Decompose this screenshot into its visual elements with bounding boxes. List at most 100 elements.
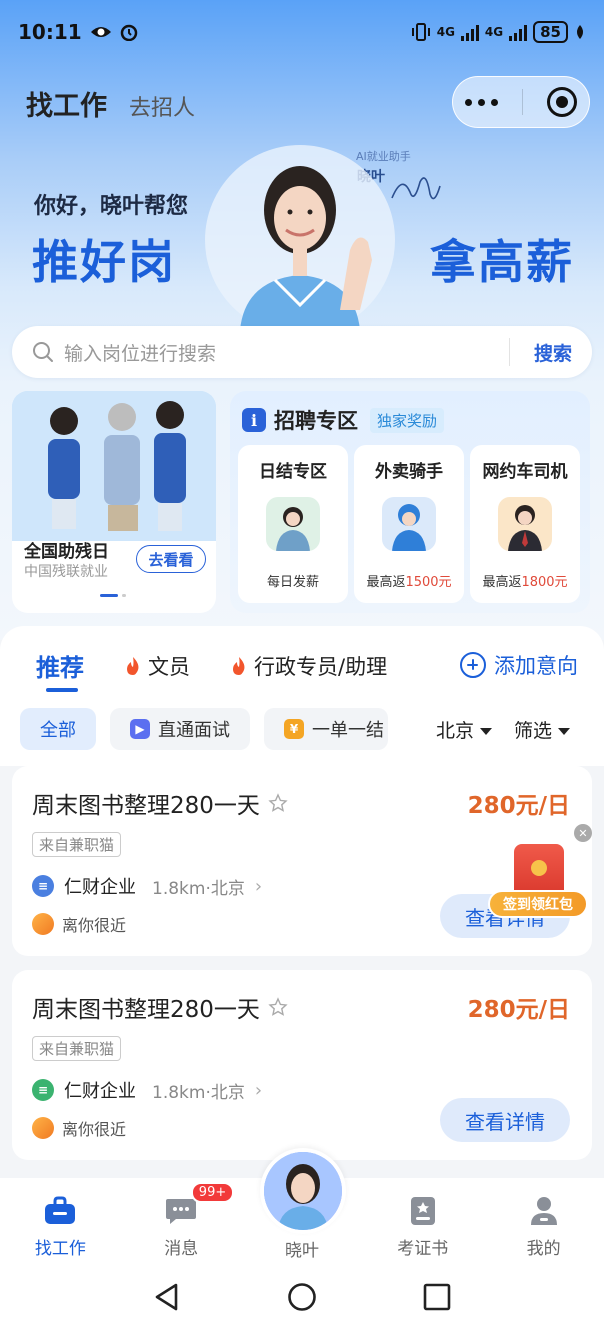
search-divider <box>508 338 510 366</box>
thumbs-up-icon <box>32 1117 54 1139</box>
zone-card-note: 最高返1500元 <box>366 575 452 590</box>
zone-card-title: 网约车司机 <box>482 462 568 482</box>
worker-avatar-icon <box>266 497 320 551</box>
chat-icon <box>166 1199 197 1224</box>
zone-card-daily[interactable]: 日结专区 每日发薪 <box>238 445 348 603</box>
recruit-zone: i 招聘专区 独家奖励 日结专区 每日发薪 外卖骑手 最高返1500元 网约车司… <box>230 391 590 613</box>
banner-slogan-right: 拿高薪 <box>430 235 574 289</box>
job-card[interactable]: 周末图书整理280一天 280元/日 来自兼职猫 ≡ 仁财企业 1.8km·北京… <box>12 970 592 1160</box>
tabbar-find-job[interactable]: 找工作 <box>0 1178 121 1264</box>
eye-icon <box>90 27 111 37</box>
view-detail-button[interactable]: 查看详情 <box>440 1098 570 1142</box>
chevron-right-icon: › <box>254 875 263 897</box>
company-icon: ≡ <box>32 1079 54 1101</box>
job-source-tag: 来自兼职猫 <box>32 1036 122 1061</box>
job-near: 离你很近 <box>32 1116 126 1140</box>
zone-card-driver[interactable]: 网约车司机 最高返1800元 <box>470 445 580 603</box>
filter-direct-interview[interactable]: ▶ 直通面试 <box>110 708 250 750</box>
alarm-icon <box>120 24 137 41</box>
signal-label-2: 4G <box>484 25 504 39</box>
job-salary: 280元/日 <box>467 997 570 1023</box>
job-distance: 1.8km·北京 <box>152 1082 245 1103</box>
message-badge: 99+ <box>190 1182 235 1203</box>
job-near: 离你很近 <box>32 912 126 936</box>
banner-greeting: 你好，晓叶帮您 <box>34 194 189 219</box>
info-icon: i <box>242 408 266 432</box>
promo-card[interactable]: 全国助残日 中国残联就业 去看看 <box>12 391 216 613</box>
add-intent-button[interactable]: 添加意向 <box>460 650 578 680</box>
add-circle-icon <box>460 652 486 678</box>
filter-all[interactable]: 全部 <box>20 708 96 750</box>
search-bar[interactable]: 输入岗位进行搜索 搜索 <box>12 326 592 378</box>
city-select[interactable]: 北京 <box>436 716 493 743</box>
user-icon <box>530 1197 557 1225</box>
leaf-icon <box>577 25 583 39</box>
tab-recommend[interactable]: 推荐 <box>36 648 84 692</box>
job-title: 周末图书整理280一天 <box>32 793 260 819</box>
assistant-avatar-image <box>264 1152 342 1230</box>
tab-admin-assistant[interactable]: 行政专员/助理 <box>230 651 387 681</box>
signal-icon <box>460 23 479 41</box>
status-bar: 10:11 4G 4G 85 <box>0 0 604 64</box>
job-distance: 1.8km·北京 <box>152 878 245 899</box>
filter-select[interactable]: 筛选 <box>514 716 571 743</box>
recents-icon[interactable] <box>422 1282 452 1312</box>
zone-badge: 独家奖励 <box>370 407 445 433</box>
caret-down-icon <box>480 728 493 735</box>
tab-recruit[interactable]: 去招人 <box>129 90 195 122</box>
fire-icon <box>127 656 139 675</box>
video-icon: ▶ <box>130 719 150 739</box>
tabbar-messages[interactable]: 消息 99+ <box>121 1178 242 1264</box>
job-company: ≡ 仁财企业 1.8km·北京 › <box>32 873 262 899</box>
zone-card-note: 最高返1800元 <box>482 575 568 590</box>
zone-card-note: 每日发薪 <box>266 575 319 590</box>
red-packet-float[interactable]: ✕ 签到领红包 <box>488 824 592 920</box>
capsule-divider <box>522 89 523 115</box>
close-icon[interactable]: ✕ <box>574 824 592 842</box>
company-icon: ≡ <box>32 875 54 897</box>
chevron-right-icon: › <box>254 1079 263 1101</box>
search-icon <box>33 342 53 362</box>
back-icon[interactable] <box>152 1282 182 1312</box>
carousel-dots <box>100 594 126 597</box>
search-button[interactable]: 搜索 <box>534 339 572 366</box>
home-icon[interactable] <box>287 1282 317 1312</box>
briefcase-icon <box>45 1196 76 1224</box>
promo-view-button[interactable]: 去看看 <box>136 545 206 573</box>
feed-header: 推荐 文员 行政专员/助理 添加意向 全部 ▶ 直通面试 ¥ 一单一结 北京 筛… <box>0 626 604 766</box>
company-name: 仁财企业 <box>64 1081 136 1102</box>
battery-indicator: 85 <box>533 21 568 43</box>
tabbar-certificates[interactable]: 考证书 <box>362 1178 483 1264</box>
job-salary: 280元/日 <box>467 793 570 819</box>
driver-avatar-icon <box>498 497 552 551</box>
signal-icon <box>509 23 528 41</box>
close-program-icon[interactable] <box>547 87 577 117</box>
system-nav-bar <box>0 1264 604 1329</box>
zone-title: 招聘专区 <box>274 409 358 433</box>
tab-clerk[interactable]: 文员 <box>124 651 190 681</box>
tab-find-job[interactable]: 找工作 <box>26 84 107 123</box>
caret-down-icon <box>558 728 571 735</box>
certificate-icon <box>410 1197 435 1225</box>
assistant-avatar[interactable] <box>260 1148 346 1234</box>
filter-per-order[interactable]: ¥ 一单一结 <box>264 708 388 750</box>
zone-card-rider[interactable]: 外卖骑手 最高返1500元 <box>354 445 464 603</box>
promo-subtitle: 中国残联就业 <box>24 564 108 580</box>
promo-illustration <box>12 391 216 541</box>
zone-card-title: 日结专区 <box>259 462 327 482</box>
assistant-illustration <box>205 145 395 330</box>
job-title: 周末图书整理280一天 <box>32 997 260 1023</box>
signal-label-1: 4G <box>436 25 455 39</box>
yen-icon: ¥ <box>284 719 304 739</box>
tabbar-profile[interactable]: 我的 <box>483 1178 604 1264</box>
star-icon[interactable] <box>268 793 288 813</box>
more-icon[interactable] <box>465 98 498 106</box>
rider-avatar-icon <box>382 497 436 551</box>
search-input[interactable]: 输入岗位进行搜索 <box>64 339 509 366</box>
star-icon[interactable] <box>268 997 288 1017</box>
job-source-tag: 来自兼职猫 <box>32 832 122 857</box>
banner-slogan-left: 推好岗 <box>32 235 176 289</box>
zone-card-title: 外卖骑手 <box>375 462 443 482</box>
status-time: 10:11 <box>18 20 82 44</box>
mini-program-capsule <box>452 76 590 128</box>
